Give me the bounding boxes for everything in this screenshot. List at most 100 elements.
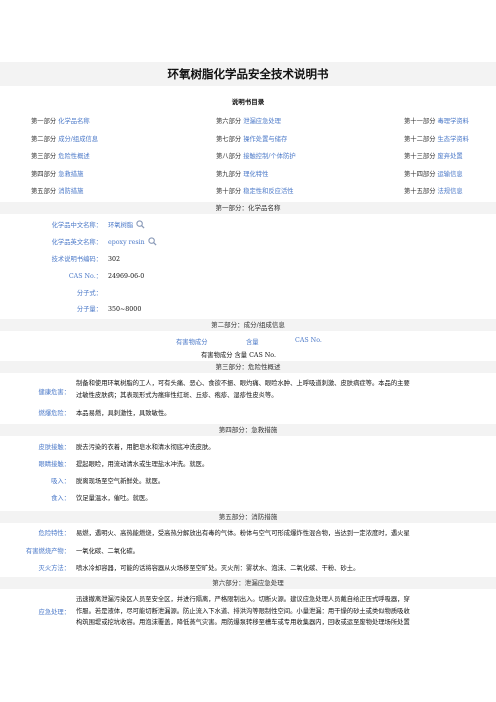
toc-item-number: 第十一部分: [404, 118, 436, 125]
toc-row: 第四部分 急救措施 第九部分 理化特性 第十四部分 运输信息: [31, 166, 496, 184]
inhale-label: 吸入：: [51, 478, 70, 485]
cas-header: CAS No.: [295, 337, 322, 344]
emergency-row: 应急处理： 迅速撤离泄漏污染区人员至安全区，并进行隔离，严格限制出入。切断火源。…: [0, 594, 496, 634]
eye-text: 提起眼睑，用流动清水或生理盐水冲洗。就医。: [76, 461, 209, 468]
toc-item-link[interactable]: 稳定性和反应活性: [243, 188, 293, 195]
cn-name-value[interactable]: 环氧树脂: [108, 222, 133, 229]
code-row: 技术说明书编码： 302: [0, 254, 120, 263]
toc-title: 说明书目录: [231, 98, 265, 106]
toc-item-link[interactable]: 化学品名称: [58, 118, 89, 125]
section-6-header: 第六部分：泄漏应急处理: [0, 577, 496, 589]
inhale-text: 脱离现场至空气新鲜处。就医。: [76, 478, 165, 485]
toc-item-number: 第十二部分: [404, 135, 436, 143]
toc-item-link[interactable]: 操作处置与储存: [243, 136, 287, 143]
toc-item-link[interactable]: 生态学资料: [437, 136, 468, 143]
section-3-header: 第三部分：危险性概述: [0, 361, 496, 373]
health-line-2: 过敏性皮肤病；其表现形式为瘙痒性红斑、丘疹、疱疹、湿疹性皮炎等。: [76, 391, 278, 399]
toc-item-link[interactable]: 危险性概述: [58, 153, 89, 160]
section-5-header: 第五部分：消防措施: [0, 511, 496, 523]
search-icon[interactable]: [136, 220, 145, 231]
toc-row: 第一部分 化学品名称 第六部分 泄漏应急处理 第十一部分 毒理学资料: [31, 113, 496, 131]
title-band: 环氧树脂化学品安全技术说明书: [0, 62, 496, 86]
formula-row: 分子式：: [0, 288, 108, 297]
toc-item: 第三部分 危险性概述: [31, 148, 90, 166]
en-name-value[interactable]: epoxy resin: [108, 239, 145, 246]
formula-label: 分子式：: [76, 290, 102, 297]
fire-hazard-text: 本品易燃，具刺激性，具致敏性。: [76, 410, 171, 417]
content-header: 含量: [246, 339, 259, 346]
health-hazard-text: 制备和使用环氧树脂的工人，可有头痛、恶心、食欲不振、眼灼痛、眼睑水肿、上呼吸道刺…: [76, 378, 496, 401]
health-hazard-row: 健康危害： 制备和使用环氧树脂的工人，可有头痛、恶心、食欲不振、眼灼痛、眼睑水肿…: [0, 378, 496, 406]
toc-item-number: 第三部分: [31, 153, 57, 160]
toc-item-number: 第一部分: [31, 118, 57, 125]
code-label: 技术说明书编码：: [51, 256, 102, 263]
health-line-1: 制备和使用环氧树脂的工人，可有头痛、恶心、食欲不振、眼灼痛、眼睑水肿、上呼吸道刺…: [76, 380, 410, 387]
fire-char-text: 易燃，遇明火、高热能燃烧，受高热分解放出有毒的气体。粉体与空气可形成爆炸性混合物…: [76, 530, 410, 537]
cn-name-label: 化学品中文名称：: [51, 222, 102, 229]
cn-name-row: 化学品中文名称： 环氧树脂: [0, 220, 145, 231]
toc-item-link[interactable]: 消防措施: [58, 188, 83, 195]
toc-item-link[interactable]: 理化特性: [243, 171, 268, 178]
toc-item-link[interactable]: 接触控制/个体防护: [243, 153, 296, 160]
toc-item-number: 第十四部分: [404, 170, 436, 178]
section-2-header: 第二部分：成分/组成信息: [0, 319, 496, 331]
fire-hazard-row: 燃爆危险： 本品易燃，具刺激性，具致敏性。: [0, 408, 496, 420]
toc-item-number: 第五部分: [31, 188, 57, 195]
toc-item-link[interactable]: 废弃处置: [437, 153, 462, 160]
extinguish-label: 灭火方法：: [38, 565, 70, 572]
health-hazard-label: 健康危害：: [38, 389, 70, 396]
extinguish-text: 喷水冷却容器，可能的话将容器从火场移至空旷处。灭火剂：雾状水、泡沫、二氧化碳、干…: [76, 565, 360, 572]
table-of-contents: 第一部分 化学品名称 第六部分 泄漏应急处理 第十一部分 毒理学资料第二部分 成分/组成信息…: [31, 113, 496, 201]
toc-item: 第十五部分 法规信息: [404, 183, 463, 201]
fire-char-label: 危险特性：: [38, 530, 70, 537]
toc-item-link[interactable]: 急救措施: [58, 171, 83, 178]
combustion-products-label: 有害燃烧产物：: [25, 548, 70, 555]
mw-row: 分子量： 350~8000: [0, 304, 142, 313]
skin-text: 脱去污染的衣着，用肥皂水和清水彻底冲洗皮肤。: [76, 444, 215, 451]
page-title: 环氧树脂化学品安全技术说明书: [167, 67, 329, 81]
toc-item: 第十四部分 运输信息: [404, 166, 463, 184]
search-icon[interactable]: [148, 237, 157, 248]
toc-item-number: 第十五部分: [404, 188, 436, 195]
toc-item: 第十三部分 废弃处置: [404, 148, 463, 166]
toc-item-number: 第九部分: [216, 170, 242, 178]
cas-row: CAS No.： 24969-06-0: [0, 271, 144, 280]
composition-line: 有害物成分 含量 CAS No.: [201, 352, 276, 359]
fire-hazard-label: 燃爆危险：: [38, 410, 70, 417]
toc-item-number: 第二部分: [31, 135, 57, 143]
toc-item: 第七部分 操作处置与储存: [216, 131, 287, 149]
page: 环氧树脂化学品安全技术说明书 说明书目录 第一部分 化学品名称 第六部分 泄漏应急处理…: [0, 0, 496, 702]
en-name-row: 化学品英文名称： epoxy resin: [0, 237, 157, 248]
toc-item-link[interactable]: 运输信息: [437, 171, 462, 178]
toc-item-link[interactable]: 成分/组成信息: [58, 136, 98, 143]
toc-item-number: 第四部分: [31, 170, 57, 178]
eye-label: 眼睛接触：: [38, 461, 70, 468]
toc-item-number: 第六部分: [216, 118, 242, 125]
emergency-line-2: 作服。若是液体，尽可能切断泄漏源。防止流入下水道、排洪沟等限制性空间。小量泄漏：…: [76, 607, 410, 615]
toc-item: 第一部分 化学品名称: [31, 113, 90, 131]
toc-item: 第四部分 急救措施: [31, 166, 83, 184]
emergency-line-3: 构筑围堤或挖坑收容。用泡沫覆盖，降低蒸气灾害。用防爆泵转移至槽车或专用收集器内，…: [76, 619, 410, 626]
emergency-line-1: 迅速撤离泄漏污染区人员至安全区，并进行隔离，严格限制出入。切断火源。建议应急处理…: [76, 596, 410, 603]
toc-item: 第十二部分 生态学资料: [404, 131, 469, 149]
en-name-label: 化学品英文名称：: [51, 239, 102, 246]
cas-value: 24969-06-0: [108, 273, 145, 280]
toc-item-number: 第十部分: [216, 188, 242, 195]
toc-item: 第九部分 理化特性: [216, 166, 268, 184]
toc-item: 第八部分 接触控制/个体防护: [216, 148, 296, 166]
toc-item-link[interactable]: 泄漏应急处理: [243, 118, 281, 125]
ingest-text: 饮足量温水，催吐。就医。: [76, 495, 152, 502]
toc-item-number: 第七部分: [216, 135, 242, 143]
skin-label: 皮肤接触：: [38, 444, 70, 451]
ingest-label: 食入：: [51, 495, 70, 502]
hazard-component-header: 有害物成分: [176, 339, 208, 346]
toc-item: 第六部分 泄漏应急处理: [216, 113, 281, 131]
toc-row: 第二部分 成分/组成信息 第七部分 操作处置与储存 第十二部分 生态学资料: [31, 131, 496, 149]
toc-item-link[interactable]: 毒理学资料: [437, 118, 468, 125]
emergency-label: 应急处理：: [38, 609, 70, 616]
toc-item-link[interactable]: 法规信息: [437, 188, 462, 195]
toc-item-number: 第十三部分: [404, 153, 436, 160]
toc-item: 第十部分 稳定性和反应活性: [216, 183, 294, 201]
mw-value: 350~8000: [108, 306, 142, 313]
mw-label: 分子量：: [76, 306, 102, 313]
